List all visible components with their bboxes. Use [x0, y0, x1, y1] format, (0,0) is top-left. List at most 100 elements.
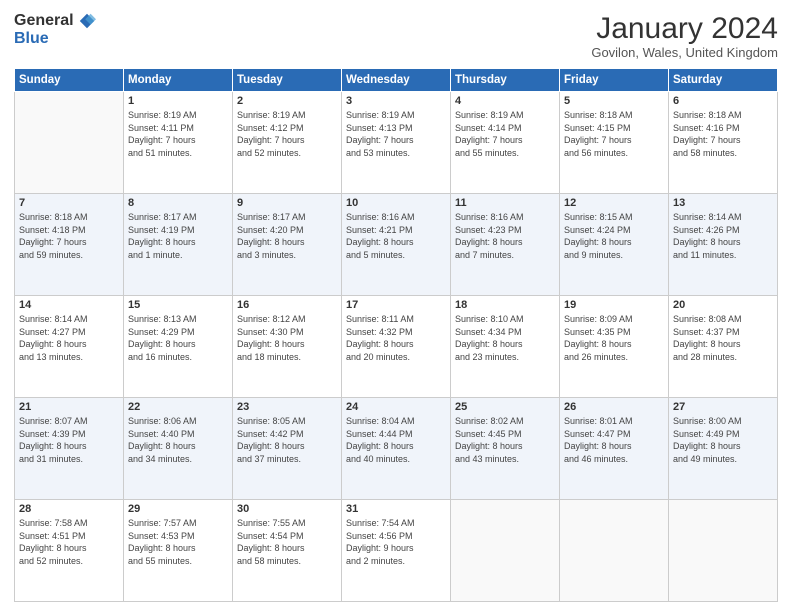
calendar-day-cell: 8 Sunrise: 8:17 AMSunset: 4:19 PMDaylight…	[124, 194, 233, 296]
weekday-header-monday: Monday	[124, 69, 233, 92]
day-number: 12	[564, 197, 664, 209]
day-info: Sunrise: 8:19 AMSunset: 4:12 PMDaylight:…	[237, 109, 337, 159]
calendar-day-cell: 29 Sunrise: 7:57 AMSunset: 4:53 PMDayligh…	[124, 500, 233, 602]
calendar-day-cell: 30Sunrise: 7:55 AMSunset: 4:54 PMDayligh…	[233, 500, 342, 602]
calendar-week-row: 21Sunrise: 8:07 AMSunset: 4:39 PMDayligh…	[15, 398, 778, 500]
calendar-day-cell: 11 Sunrise: 8:16 AMSunset: 4:23 PMDayligh…	[451, 194, 560, 296]
calendar-day-cell	[15, 92, 124, 194]
weekday-header-saturday: Saturday	[669, 69, 778, 92]
title-block: January 2024 Govilon, Wales, United King…	[591, 12, 778, 60]
day-info: Sunrise: 8:14 AMSunset: 4:27 PMDaylight:…	[19, 313, 119, 363]
day-info: Sunrise: 8:13 AMSunset: 4:29 PMDaylight:…	[128, 313, 228, 363]
calendar-day-cell: 10Sunrise: 8:16 AMSunset: 4:21 PMDayligh…	[342, 194, 451, 296]
location: Govilon, Wales, United Kingdom	[591, 45, 778, 60]
day-info: Sunrise: 8:17 AMSunset: 4:19 PMDaylight:…	[128, 211, 228, 261]
day-info: Sunrise: 8:04 AMSunset: 4:44 PMDaylight:…	[346, 415, 446, 465]
calendar-day-cell: 18 Sunrise: 8:10 AMSunset: 4:34 PMDayligh…	[451, 296, 560, 398]
calendar-day-cell	[669, 500, 778, 602]
calendar-header-row: SundayMondayTuesdayWednesdayThursdayFrid…	[15, 69, 778, 92]
calendar-day-cell: 9 Sunrise: 8:17 AMSunset: 4:20 PMDaylight…	[233, 194, 342, 296]
calendar-day-cell: 20Sunrise: 8:08 AMSunset: 4:37 PMDayligh…	[669, 296, 778, 398]
day-info: Sunrise: 8:00 AMSunset: 4:49 PMDaylight:…	[673, 415, 773, 465]
calendar-day-cell: 1Sunrise: 8:19 AMSunset: 4:11 PMDaylight…	[124, 92, 233, 194]
calendar-week-row: 14 Sunrise: 8:14 AMSunset: 4:27 PMDayligh…	[15, 296, 778, 398]
calendar-day-cell: 31 Sunrise: 7:54 AMSunset: 4:56 PMDayligh…	[342, 500, 451, 602]
calendar-day-cell	[560, 500, 669, 602]
day-number: 1	[128, 95, 228, 107]
day-info: Sunrise: 8:18 AMSunset: 4:15 PMDaylight:…	[564, 109, 664, 159]
day-info: Sunrise: 8:14 AMSunset: 4:26 PMDaylight:…	[673, 211, 773, 261]
day-number: 25	[455, 401, 555, 413]
calendar-day-cell: 2 Sunrise: 8:19 AMSunset: 4:12 PMDaylight…	[233, 92, 342, 194]
day-number: 7	[19, 197, 119, 209]
calendar-day-cell: 14 Sunrise: 8:14 AMSunset: 4:27 PMDayligh…	[15, 296, 124, 398]
calendar-table: SundayMondayTuesdayWednesdayThursdayFrid…	[14, 68, 778, 602]
day-info: Sunrise: 8:16 AMSunset: 4:23 PMDaylight:…	[455, 211, 555, 261]
day-info: Sunrise: 8:09 AMSunset: 4:35 PMDaylight:…	[564, 313, 664, 363]
day-number: 22	[128, 401, 228, 413]
day-number: 4	[455, 95, 555, 107]
day-info: Sunrise: 8:08 AMSunset: 4:37 PMDaylight:…	[673, 313, 773, 363]
day-number: 11	[455, 197, 555, 209]
page-container: General Blue January 2024 Govilon, Wales…	[0, 0, 792, 612]
day-number: 6	[673, 95, 773, 107]
calendar-week-row: 1Sunrise: 8:19 AMSunset: 4:11 PMDaylight…	[15, 92, 778, 194]
day-number: 31	[346, 503, 446, 515]
logo: General Blue	[14, 12, 96, 48]
day-number: 9	[237, 197, 337, 209]
calendar-day-cell: 4 Sunrise: 8:19 AMSunset: 4:14 PMDaylight…	[451, 92, 560, 194]
calendar-day-cell: 21Sunrise: 8:07 AMSunset: 4:39 PMDayligh…	[15, 398, 124, 500]
day-number: 5	[564, 95, 664, 107]
day-info: Sunrise: 8:19 AMSunset: 4:13 PMDaylight:…	[346, 109, 446, 159]
calendar-day-cell: 17 Sunrise: 8:11 AMSunset: 4:32 PMDayligh…	[342, 296, 451, 398]
day-number: 17	[346, 299, 446, 311]
day-number: 27	[673, 401, 773, 413]
day-number: 19	[564, 299, 664, 311]
day-number: 14	[19, 299, 119, 311]
day-info: Sunrise: 8:01 AMSunset: 4:47 PMDaylight:…	[564, 415, 664, 465]
day-number: 26	[564, 401, 664, 413]
calendar-day-cell: 3Sunrise: 8:19 AMSunset: 4:13 PMDaylight…	[342, 92, 451, 194]
day-number: 21	[19, 401, 119, 413]
day-info: Sunrise: 7:54 AMSunset: 4:56 PMDaylight:…	[346, 517, 446, 567]
day-info: Sunrise: 8:10 AMSunset: 4:34 PMDaylight:…	[455, 313, 555, 363]
logo-general-text: General	[14, 12, 74, 30]
weekday-header-friday: Friday	[560, 69, 669, 92]
day-number: 29	[128, 503, 228, 515]
calendar-day-cell: 28Sunrise: 7:58 AMSunset: 4:51 PMDayligh…	[15, 500, 124, 602]
day-info: Sunrise: 8:06 AMSunset: 4:40 PMDaylight:…	[128, 415, 228, 465]
calendar-day-cell: 23Sunrise: 8:05 AMSunset: 4:42 PMDayligh…	[233, 398, 342, 500]
day-info: Sunrise: 7:55 AMSunset: 4:54 PMDaylight:…	[237, 517, 337, 567]
day-number: 8	[128, 197, 228, 209]
day-info: Sunrise: 8:17 AMSunset: 4:20 PMDaylight:…	[237, 211, 337, 261]
calendar-day-cell: 19 Sunrise: 8:09 AMSunset: 4:35 PMDayligh…	[560, 296, 669, 398]
day-number: 13	[673, 197, 773, 209]
calendar-day-cell: 15Sunrise: 8:13 AMSunset: 4:29 PMDayligh…	[124, 296, 233, 398]
day-info: Sunrise: 8:12 AMSunset: 4:30 PMDaylight:…	[237, 313, 337, 363]
day-info: Sunrise: 8:15 AMSunset: 4:24 PMDaylight:…	[564, 211, 664, 261]
calendar-day-cell: 22 Sunrise: 8:06 AMSunset: 4:40 PMDayligh…	[124, 398, 233, 500]
day-info: Sunrise: 8:18 AMSunset: 4:18 PMDaylight:…	[19, 211, 119, 261]
logo-blue-text: Blue	[14, 30, 49, 48]
day-number: 18	[455, 299, 555, 311]
day-info: Sunrise: 8:11 AMSunset: 4:32 PMDaylight:…	[346, 313, 446, 363]
day-info: Sunrise: 8:19 AMSunset: 4:14 PMDaylight:…	[455, 109, 555, 159]
day-info: Sunrise: 7:58 AMSunset: 4:51 PMDaylight:…	[19, 517, 119, 567]
calendar-day-cell: 6Sunrise: 8:18 AMSunset: 4:16 PMDaylight…	[669, 92, 778, 194]
calendar-week-row: 28Sunrise: 7:58 AMSunset: 4:51 PMDayligh…	[15, 500, 778, 602]
calendar-day-cell: 7 Sunrise: 8:18 AMSunset: 4:18 PMDaylight…	[15, 194, 124, 296]
day-number: 24	[346, 401, 446, 413]
weekday-header-tuesday: Tuesday	[233, 69, 342, 92]
day-number: 2	[237, 95, 337, 107]
day-number: 16	[237, 299, 337, 311]
calendar-day-cell: 16 Sunrise: 8:12 AMSunset: 4:30 PMDayligh…	[233, 296, 342, 398]
calendar-day-cell: 13 Sunrise: 8:14 AMSunset: 4:26 PMDayligh…	[669, 194, 778, 296]
day-info: Sunrise: 7:57 AMSunset: 4:53 PMDaylight:…	[128, 517, 228, 567]
calendar-day-cell: 24 Sunrise: 8:04 AMSunset: 4:44 PMDayligh…	[342, 398, 451, 500]
weekday-header-sunday: Sunday	[15, 69, 124, 92]
calendar-day-cell: 25Sunrise: 8:02 AMSunset: 4:45 PMDayligh…	[451, 398, 560, 500]
logo-icon	[78, 12, 96, 30]
day-info: Sunrise: 8:05 AMSunset: 4:42 PMDaylight:…	[237, 415, 337, 465]
calendar-week-row: 7 Sunrise: 8:18 AMSunset: 4:18 PMDaylight…	[15, 194, 778, 296]
calendar-day-cell: 26 Sunrise: 8:01 AMSunset: 4:47 PMDayligh…	[560, 398, 669, 500]
